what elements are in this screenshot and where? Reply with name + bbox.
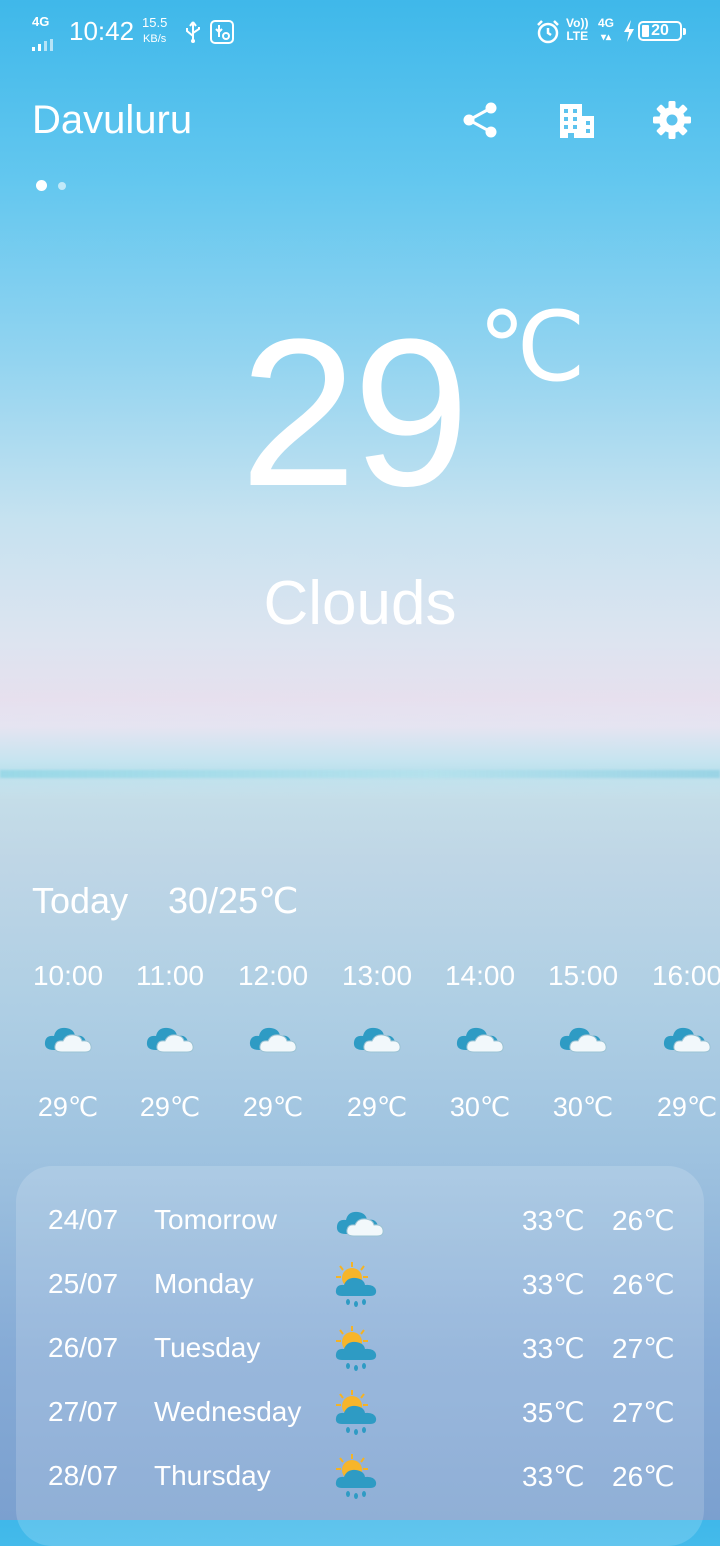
hour-time: 12:00 bbox=[237, 960, 309, 991]
forecast-date: 24/07 bbox=[48, 1204, 119, 1235]
forecast-date: 25/07 bbox=[48, 1268, 119, 1299]
forecast-row[interactable]: 28/07 Thursday 33℃ 26℃ bbox=[16, 1446, 704, 1510]
hour-item: 11:00 29℃ bbox=[118, 960, 222, 1123]
forecast-high: 33℃ bbox=[522, 1333, 585, 1364]
sun-rain-icon bbox=[334, 1260, 380, 1317]
hour-item: 12:00 29℃ bbox=[221, 960, 325, 1123]
hour-temp: 29℃ bbox=[656, 1092, 718, 1122]
forecast-high: 33℃ bbox=[522, 1269, 585, 1300]
page-dot[interactable] bbox=[58, 182, 66, 190]
sun-rain-icon bbox=[334, 1324, 380, 1381]
horizon-haze bbox=[0, 688, 720, 798]
weather-condition: Clouds bbox=[263, 569, 457, 638]
forecast-high: 33℃ bbox=[522, 1205, 585, 1236]
forecast-day: Tomorrow bbox=[154, 1204, 277, 1235]
forecast-day: Tuesday bbox=[154, 1332, 261, 1363]
forecast-day: Monday bbox=[154, 1268, 254, 1299]
horizon-line bbox=[0, 770, 720, 778]
city-name[interactable]: Davuluru bbox=[32, 98, 192, 143]
cloud-icon bbox=[221, 1022, 325, 1062]
forecast-high: 33℃ bbox=[522, 1461, 585, 1492]
battery-fill bbox=[642, 25, 649, 37]
hour-temp: 30℃ bbox=[449, 1092, 511, 1122]
today-range: 30/25℃ bbox=[168, 880, 299, 921]
signal-icon bbox=[32, 30, 58, 58]
volte-indicator: Vo)) LTE bbox=[566, 17, 588, 43]
hour-time: 10:00 bbox=[32, 960, 104, 991]
hour-temp: 30℃ bbox=[552, 1092, 614, 1122]
hour-item: 16:00 29℃ bbox=[635, 960, 720, 1123]
hour-time: 15:00 bbox=[547, 960, 619, 991]
hour-time: 13:00 bbox=[341, 960, 413, 991]
current-temperature: 29 bbox=[240, 295, 470, 530]
today-label: Today bbox=[32, 880, 129, 921]
hour-item: 15:00 30℃ bbox=[531, 960, 635, 1123]
cloud-icon bbox=[635, 1022, 720, 1062]
battery-level: 20 bbox=[651, 22, 669, 39]
charging-icon bbox=[623, 20, 635, 49]
forecast-date: 26/07 bbox=[48, 1332, 119, 1363]
sun-rain-icon bbox=[334, 1452, 380, 1509]
forecast-row[interactable]: 27/07 Wednesday 35℃ 27℃ bbox=[16, 1382, 704, 1446]
sun-rain-icon bbox=[334, 1388, 380, 1445]
forecast-low: 27℃ bbox=[612, 1333, 675, 1364]
hour-time: 14:00 bbox=[444, 960, 516, 991]
network-speed: 15.5 KB/s bbox=[142, 15, 167, 47]
forecast-high: 35℃ bbox=[522, 1397, 585, 1428]
cloud-icon bbox=[325, 1022, 429, 1062]
forecast-row[interactable]: 25/07 Monday 33℃ 26℃ bbox=[16, 1254, 704, 1318]
speed-unit: KB/s bbox=[143, 33, 167, 45]
forecast-low: 26℃ bbox=[612, 1205, 675, 1236]
hour-temp: 29℃ bbox=[139, 1092, 201, 1122]
forecast-date: 28/07 bbox=[48, 1460, 119, 1491]
hour-time: 16:00 bbox=[651, 960, 720, 991]
volte-top: Vo)) bbox=[566, 16, 589, 30]
usb-debug-icon bbox=[210, 20, 234, 51]
clock-time: 10:42 bbox=[69, 16, 135, 46]
hour-item: 14:00 30℃ bbox=[428, 960, 532, 1123]
hour-item: 13:00 29℃ bbox=[325, 960, 429, 1123]
network-type: 4G bbox=[32, 14, 50, 29]
hour-temp: 29℃ bbox=[346, 1092, 408, 1122]
page-dot-active[interactable] bbox=[36, 180, 47, 191]
forecast-day: Wednesday bbox=[154, 1396, 302, 1427]
share-icon[interactable] bbox=[458, 98, 502, 142]
speed-value: 15.5 bbox=[142, 15, 168, 30]
temperature-unit: ℃ bbox=[478, 294, 586, 401]
daily-forecast-card[interactable]: 24/07 Tomorrow 33℃ 26℃ 25/07 Monday 33℃ … bbox=[16, 1166, 704, 1546]
hour-temp: 29℃ bbox=[37, 1092, 99, 1122]
forecast-low: 27℃ bbox=[612, 1397, 675, 1428]
hourly-forecast[interactable]: 10:00 29℃ 11:00 29℃ 12:00 29℃ 13:00 29℃ … bbox=[0, 960, 720, 1140]
alarm-icon bbox=[536, 20, 560, 51]
status-bar: 4G 10:42 15.5 KB/s Vo)) LTE 4G ▾▴ 20 bbox=[0, 0, 720, 64]
battery-icon: 20 bbox=[638, 21, 686, 41]
cloud-icon bbox=[118, 1022, 222, 1062]
cloud-icon bbox=[16, 1022, 120, 1062]
hour-temp: 29℃ bbox=[242, 1092, 304, 1122]
settings-icon[interactable] bbox=[650, 98, 694, 142]
data-arrows-icon: ▾▴ bbox=[600, 32, 612, 43]
forecast-row[interactable]: 24/07 Tomorrow 33℃ 26℃ bbox=[16, 1190, 704, 1254]
forecast-low: 26℃ bbox=[612, 1269, 675, 1300]
hour-time: 11:00 bbox=[136, 960, 204, 991]
forecast-date: 27/07 bbox=[48, 1396, 119, 1427]
forecast-day: Thursday bbox=[154, 1460, 271, 1491]
network-4g-indicator: 4G ▾▴ bbox=[598, 17, 614, 44]
cloud-icon bbox=[531, 1022, 635, 1062]
network-4g-label: 4G bbox=[598, 16, 615, 30]
cloud-icon bbox=[334, 1196, 386, 1245]
city-icon[interactable] bbox=[554, 98, 598, 142]
cloud-icon bbox=[428, 1022, 532, 1062]
forecast-row[interactable]: 26/07 Tuesday 33℃ 27℃ bbox=[16, 1318, 704, 1382]
forecast-low: 26℃ bbox=[612, 1461, 675, 1492]
hour-item: 10:00 29℃ bbox=[16, 960, 120, 1123]
volte-bottom: LTE bbox=[566, 29, 589, 43]
usb-icon bbox=[184, 20, 202, 51]
